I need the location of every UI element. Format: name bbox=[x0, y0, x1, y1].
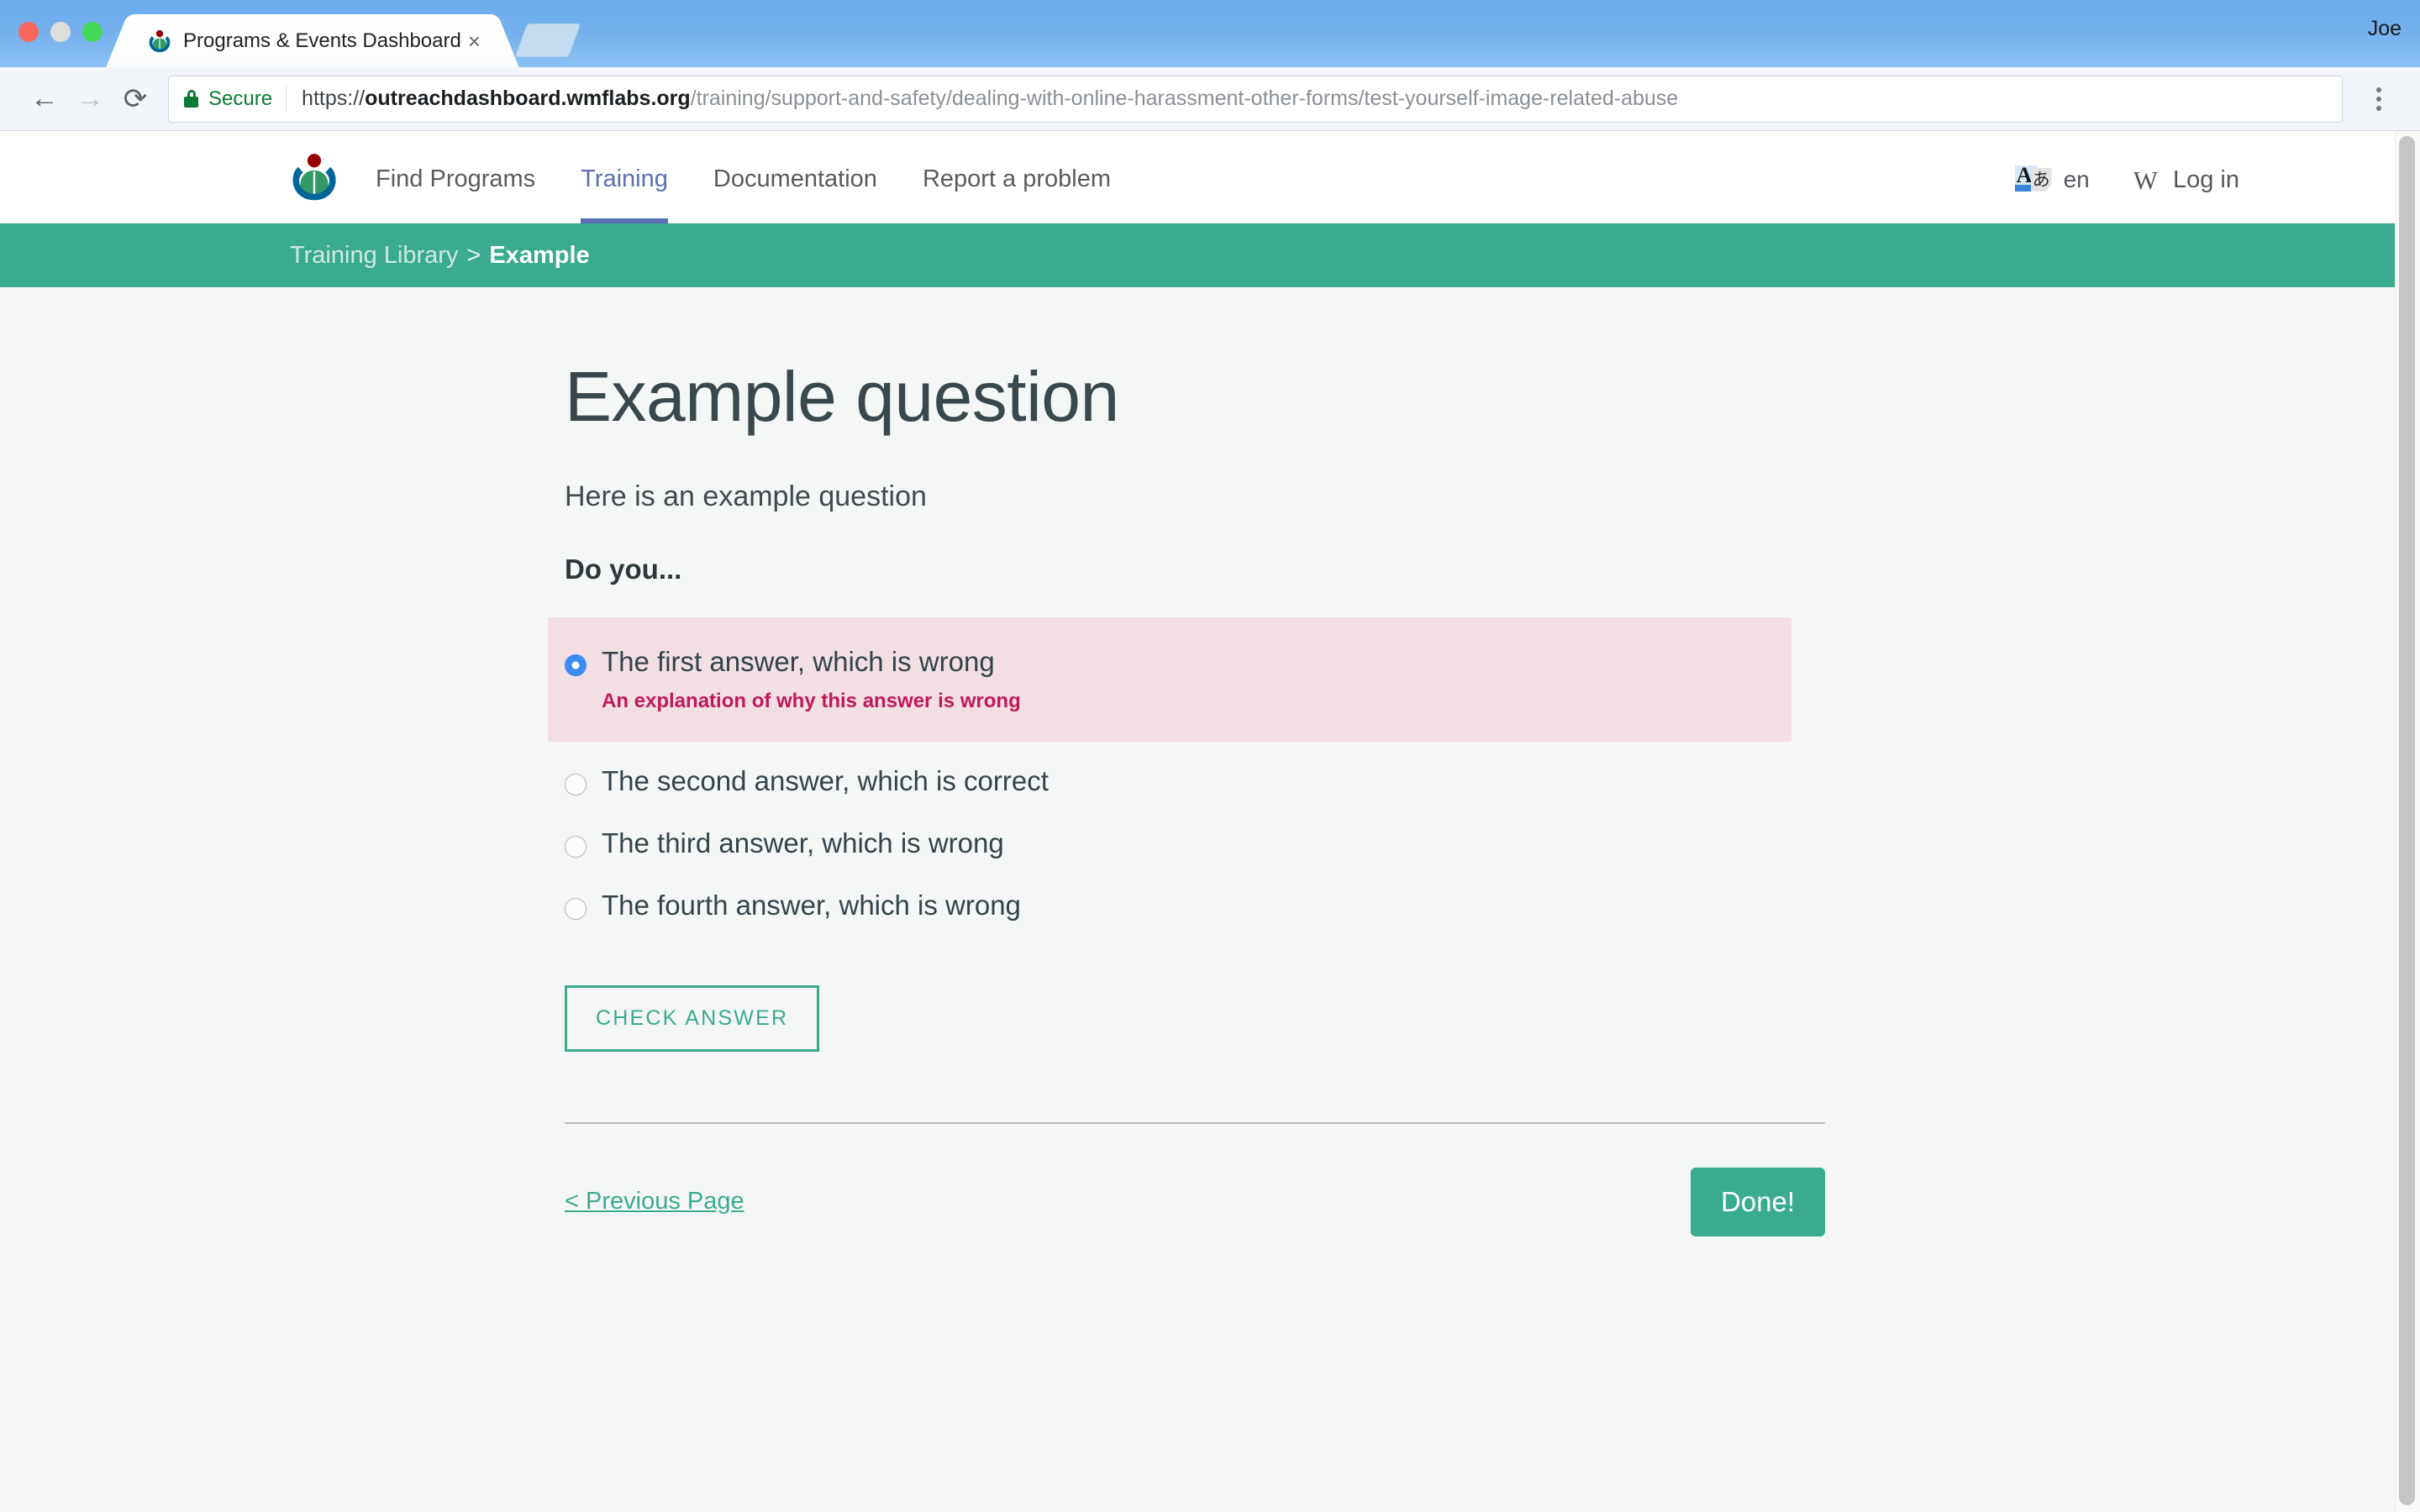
close-tab-icon[interactable]: × bbox=[463, 30, 486, 52]
security-status-label: Secure bbox=[208, 87, 273, 110]
address-bar-url: https://outreachdashboard.wmflabs.org/tr… bbox=[302, 87, 1678, 111]
answer-label-4[interactable]: The fourth answer, which is wrong bbox=[602, 890, 1021, 921]
nav-item-documentation[interactable]: Documentation bbox=[713, 131, 877, 223]
minimize-window-button[interactable] bbox=[50, 22, 71, 42]
reload-button-icon[interactable]: ⟳ bbox=[113, 76, 158, 122]
answer-label-3[interactable]: The third answer, which is wrong bbox=[602, 827, 1004, 858]
done-button[interactable]: Done! bbox=[1690, 1167, 1825, 1236]
url-host: outreachdashboard.wmflabs.org bbox=[365, 87, 691, 110]
page-title: Example question bbox=[565, 357, 1119, 436]
window-user-label: Joe bbox=[2367, 17, 2402, 40]
wikipedia-w-icon: W bbox=[2133, 165, 2158, 195]
wikimedia-logo-icon bbox=[149, 29, 171, 52]
answer-body-1: The first answer, which is wrong An expl… bbox=[602, 646, 1791, 713]
answer-label-1[interactable]: The first answer, which is wrong bbox=[602, 646, 995, 677]
breadcrumb-training-library[interactable]: Training Library bbox=[290, 242, 458, 270]
address-bar[interactable]: Secure https://outreachdashboard.wmflabs… bbox=[168, 75, 2343, 123]
previous-page-link[interactable]: < Previous Page bbox=[565, 1188, 744, 1215]
main-content: Example question Here is an example ques… bbox=[0, 287, 2420, 1236]
answer-options-list: The first answer, which is wrong An expl… bbox=[548, 617, 1791, 937]
question-prompt: Do you... bbox=[565, 554, 682, 585]
site-nav-links: Find Programs Training Documentation Rep… bbox=[376, 131, 1156, 223]
nav-item-find-programs[interactable]: Find Programs bbox=[376, 131, 535, 223]
language-code-label[interactable]: en bbox=[2064, 166, 2090, 193]
answer-body-2: The second answer, which is correct bbox=[602, 765, 1791, 797]
answer-explanation-1: An explanation of why this answer is wro… bbox=[602, 689, 1021, 712]
maximize-window-button[interactable] bbox=[82, 22, 103, 42]
footer-divider bbox=[565, 1121, 1825, 1124]
answer-option-1[interactable]: The first answer, which is wrong An expl… bbox=[548, 617, 1791, 742]
language-glyph-latin: A bbox=[2016, 163, 2033, 187]
breadcrumb-current: Example bbox=[489, 241, 590, 269]
answer-option-2[interactable]: The second answer, which is correct bbox=[548, 750, 1791, 812]
browser-tab[interactable]: Programs & Events Dashboard × bbox=[128, 14, 497, 67]
answer-body-4: The fourth answer, which is wrong bbox=[602, 890, 1791, 921]
page-footer-navigation: < Previous Page Done! bbox=[565, 1167, 1825, 1236]
answer-radio-3[interactable] bbox=[565, 835, 587, 858]
answer-radio-4[interactable] bbox=[565, 897, 587, 920]
nav-item-report-a-problem[interactable]: Report a problem bbox=[923, 131, 1111, 223]
browser-toolbar: ← → ⟳ Secure https://outreachdashboard.w… bbox=[0, 67, 2420, 131]
browser-tab-title: Programs & Events Dashboard bbox=[183, 29, 461, 52]
log-in-link[interactable]: Log in bbox=[2173, 166, 2239, 194]
breadcrumb-separator: > bbox=[466, 241, 481, 269]
answer-label-2[interactable]: The second answer, which is correct bbox=[602, 765, 1049, 796]
nav-item-training[interactable]: Training bbox=[581, 131, 668, 223]
forward-button-icon[interactable]: → bbox=[67, 76, 113, 122]
answer-body-3: The third answer, which is wrong bbox=[602, 827, 1791, 859]
site-navigation-bar: Find Programs Training Documentation Rep… bbox=[0, 131, 2420, 223]
lock-icon bbox=[184, 90, 198, 108]
answer-radio-2[interactable] bbox=[565, 773, 587, 795]
site-nav-utilities: A あ en W Log in bbox=[2014, 163, 2239, 195]
wikimedia-logo-icon[interactable] bbox=[290, 153, 339, 202]
url-scheme: https:// bbox=[302, 87, 366, 110]
answer-option-4[interactable]: The fourth answer, which is wrong bbox=[548, 874, 1791, 937]
back-button-icon[interactable]: ← bbox=[22, 76, 67, 122]
page-scrollbar-track[interactable] bbox=[2395, 131, 2420, 1512]
close-window-button[interactable] bbox=[18, 22, 39, 42]
question-intro-text: Here is an example question bbox=[565, 480, 927, 512]
window-traffic-lights bbox=[18, 22, 103, 42]
browser-menu-icon[interactable] bbox=[2360, 76, 2398, 122]
address-bar-divider bbox=[286, 86, 287, 112]
browser-title-bar: Programs & Events Dashboard × Joe bbox=[0, 0, 2420, 67]
language-glyph-japanese: あ bbox=[2032, 171, 2050, 190]
url-path: /training/support-and-safety/dealing-wit… bbox=[690, 87, 1679, 110]
new-tab-button[interactable] bbox=[514, 24, 581, 57]
page-scrollbar-thumb[interactable] bbox=[2399, 136, 2415, 1505]
page-viewport: Find Programs Training Documentation Rep… bbox=[0, 131, 2420, 1512]
check-answer-button[interactable]: CHECK ANSWER bbox=[565, 984, 820, 1052]
answer-radio-1[interactable] bbox=[565, 654, 587, 676]
breadcrumb: Training Library > Example bbox=[0, 223, 2420, 287]
language-switcher-icon[interactable]: A あ bbox=[2014, 163, 2052, 194]
answer-option-3[interactable]: The third answer, which is wrong bbox=[548, 812, 1791, 874]
